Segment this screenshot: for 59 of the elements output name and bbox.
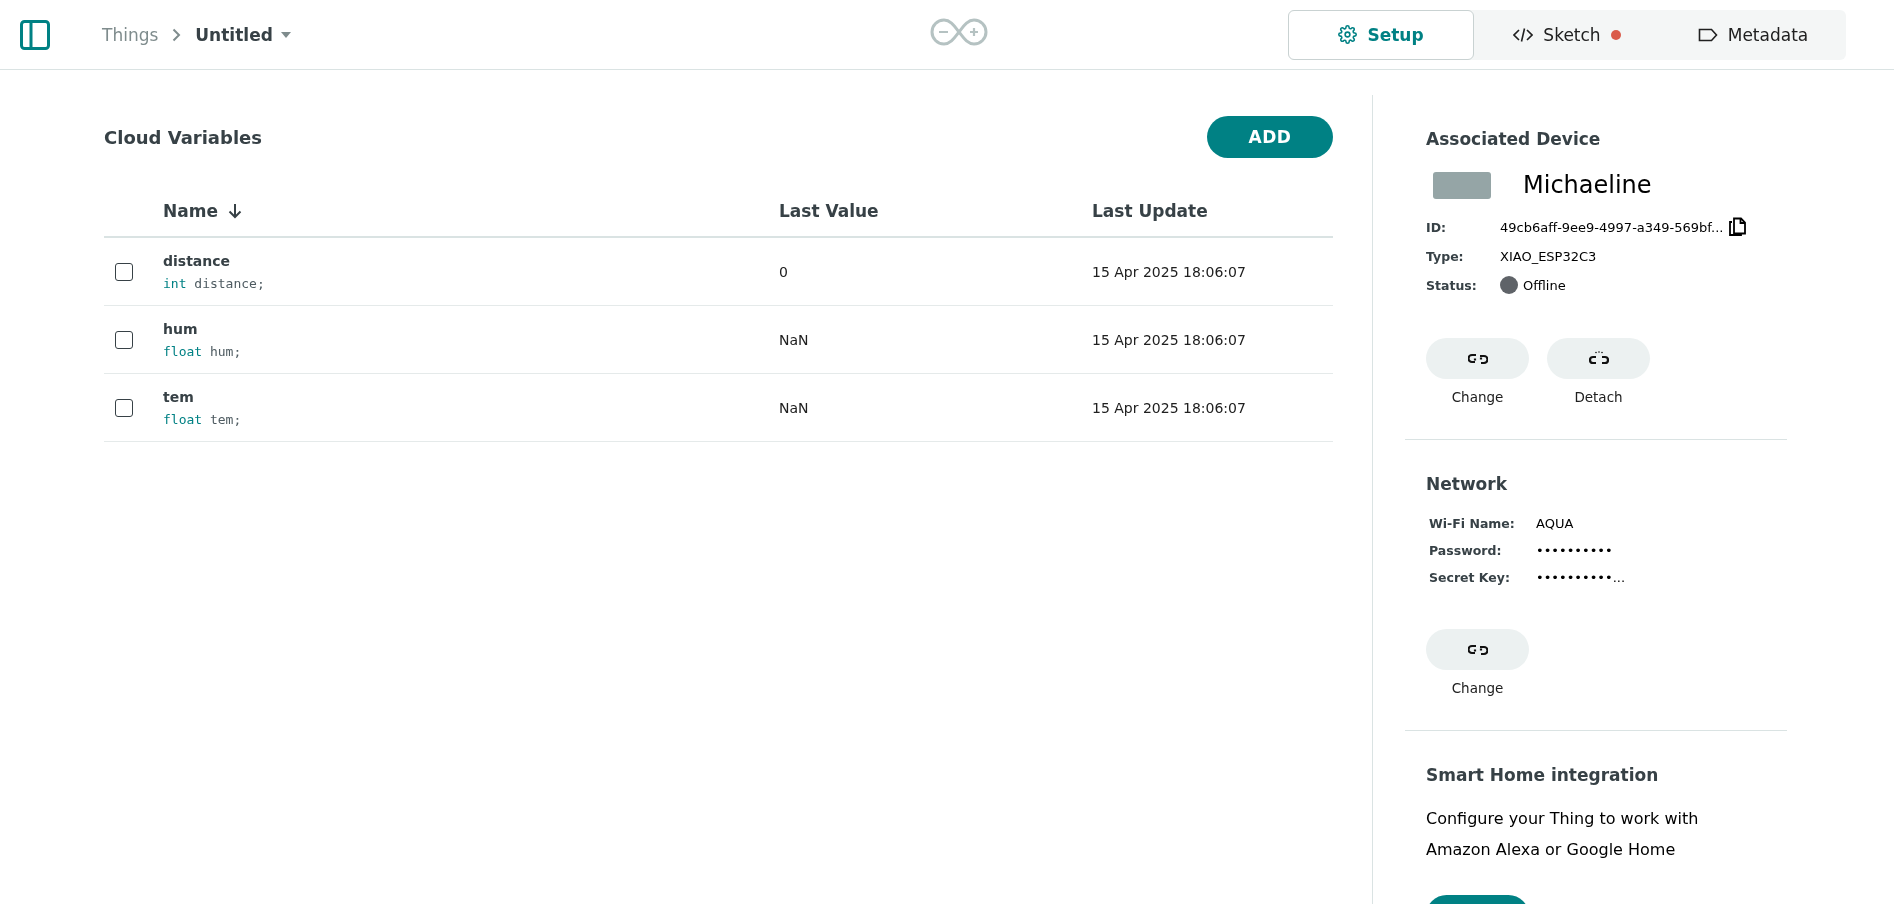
field-value: XIAO_ESP32C3 (1500, 249, 1597, 264)
section-description: Configure your Thing to work with Amazon Alexa or Google Home (1426, 808, 1700, 861)
checkbox[interactable] (115, 262, 133, 281)
last-value: 0 (779, 263, 788, 280)
code-icon (1513, 26, 1534, 43)
last-update: 15 Apr 2025 18:06:07 (1092, 399, 1246, 416)
last-value: NaN (779, 399, 809, 416)
field-label: Status: (1426, 277, 1478, 293)
section-title: Cloud Variables (104, 126, 262, 148)
variable-name: distance (163, 252, 231, 269)
field-label: Type: (1426, 249, 1465, 264)
field-value: AQUA (1536, 516, 1574, 531)
add-button[interactable]: ADD (1207, 116, 1333, 158)
tag-icon (1697, 27, 1718, 42)
field-label: Wi-Fi Name: (1429, 516, 1516, 531)
logo-icon (930, 17, 988, 47)
field-value: ••••••••••... (1536, 570, 1626, 585)
last-value: NaN (779, 331, 809, 348)
section-title: Associated Device (1426, 128, 1602, 149)
sidebar-toggle-icon[interactable] (20, 19, 50, 50)
field-label: Password: (1429, 543, 1503, 558)
field-label: Secret Key: (1429, 570, 1511, 585)
settings-icon (1338, 25, 1358, 44)
field-value: •••••••••• (1536, 543, 1613, 558)
variable-name: tem (163, 388, 194, 405)
thing-title[interactable]: Untitled (195, 24, 273, 45)
column-header[interactable]: Last Value (779, 201, 879, 221)
chevron-right-icon (172, 27, 182, 42)
section-title: Network (1426, 473, 1508, 494)
last-update: 15 Apr 2025 18:06:07 (1092, 331, 1246, 348)
field-value: 49cb6aff-9ee9-4997-a349-569bf... (1500, 219, 1724, 235)
checkbox[interactable] (115, 398, 133, 417)
tab[interactable]: Sketch (1474, 9, 1660, 60)
sort-arrow-icon[interactable] (227, 203, 242, 219)
link-icon (1467, 352, 1488, 365)
caret-icon[interactable] (280, 31, 291, 38)
change-button[interactable] (1426, 629, 1529, 670)
variable-declaration: float hum; (163, 343, 242, 359)
button-caption: Detach (1574, 389, 1623, 405)
variable-name: hum (163, 320, 198, 337)
variable-declaration: int distance; (163, 275, 265, 291)
link-icon (1467, 643, 1488, 656)
tab[interactable]: Metadata (1660, 9, 1846, 60)
change-button[interactable] (1426, 338, 1529, 379)
button-caption: Change (1451, 389, 1504, 405)
checkbox[interactable] (115, 330, 133, 349)
copy-icon[interactable] (1728, 217, 1749, 237)
column-header[interactable]: Last Update (1092, 201, 1208, 221)
field-value: Offline (1523, 277, 1566, 293)
tab[interactable]: Setup (1288, 9, 1474, 60)
field-label: ID: (1426, 219, 1448, 235)
last-update: 15 Apr 2025 18:06:07 (1092, 263, 1246, 280)
variable-declaration: float tem; (163, 411, 242, 427)
device-image (1433, 171, 1491, 199)
broken-link-icon (1588, 350, 1609, 367)
button-caption: Change (1451, 680, 1504, 696)
section-title: Smart Home integration (1426, 764, 1660, 785)
device-name: Michaeline (1523, 171, 1652, 199)
column-header[interactable]: Name (163, 201, 218, 221)
